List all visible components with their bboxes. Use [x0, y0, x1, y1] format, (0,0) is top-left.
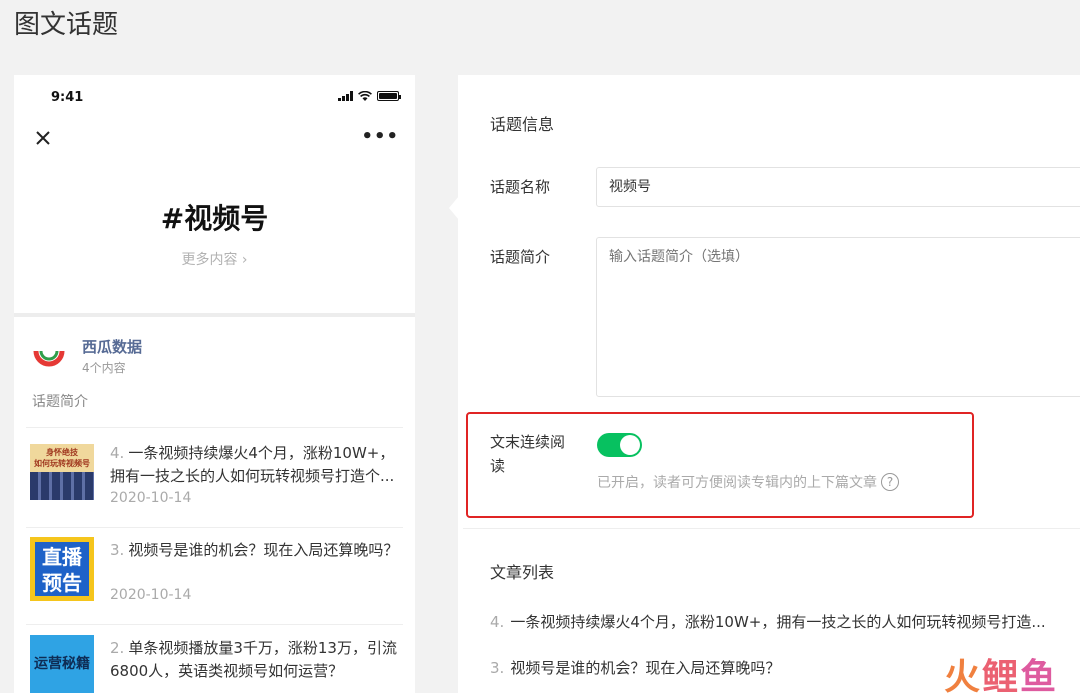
topic-intro-label: 话题简介	[32, 394, 88, 410]
article-number: 4.	[490, 613, 505, 631]
article-item[interactable]: 身怀绝技 如何玩转视频号 4. 一条视频持续爆火4个月，涨粉10W+，拥有一技之长…	[26, 428, 403, 528]
article-date: 2020-10-14	[110, 587, 192, 603]
account-count: 4个内容	[82, 361, 126, 375]
account-logo-icon	[33, 350, 65, 367]
status-icons	[338, 91, 401, 101]
topic-settings-panel: 话题信息 话题名称 视频号 话题简介 文末连续阅读 已开启，读者可方便阅读专辑内…	[458, 75, 1080, 693]
article-item[interactable]: 直播 预告 3. 视频号是谁的机会？现在入局还算晚吗？ 2020-10-14	[26, 525, 403, 625]
page-title: 图文话题	[14, 10, 119, 40]
article-title-text: 视频号是谁的机会？现在入局还算晚吗？	[510, 659, 781, 677]
watermark-char: 鱼	[1019, 657, 1056, 693]
article-title: 3. 视频号是谁的机会？现在入局还算晚吗？	[110, 539, 402, 562]
thumbnail-text: 直播	[42, 545, 82, 569]
phone-preview: 9:41 ••• #视频号 更多内容 › 西瓜数据 4个内容 话题简介 身怀绝技	[14, 75, 415, 693]
article-date: 2020-10-14	[110, 490, 192, 506]
highlight-box	[466, 412, 974, 518]
signal-icon	[338, 91, 353, 101]
article-number: 3.	[110, 541, 125, 559]
article-thumbnail: 运营秘籍	[30, 635, 94, 693]
article-title-text: 一条视频持续爆火4个月，涨粉10W+，拥有一技之长的人如何玩转视频号打造...	[510, 613, 1046, 631]
divider	[14, 313, 415, 317]
article-title-text: 单条视频播放量3千万，涨粉13万，引流6800人，英语类视频号如何运营？	[110, 639, 397, 680]
topic-name-input[interactable]: 视频号	[596, 167, 1080, 207]
article-title: 2. 单条视频播放量3千万，涨粉13万，引流6800人，英语类视频号如何运营？	[110, 637, 402, 683]
wifi-icon	[358, 91, 372, 101]
status-bar: 9:41	[14, 75, 415, 119]
name-label: 话题名称	[490, 178, 551, 196]
battery-icon	[377, 91, 401, 101]
article-number: 2.	[110, 639, 125, 657]
intro-label: 话题简介	[490, 248, 551, 266]
section-title-info: 话题信息	[490, 115, 555, 134]
article-list-item[interactable]: 3. 视频号是谁的机会？现在入局还算晚吗？	[490, 657, 780, 678]
article-title-text: 一条视频持续爆火4个月，涨粉10W+，拥有一技之长的人如何玩转视频号打造个...	[110, 444, 395, 485]
article-thumbnail: 身怀绝技 如何玩转视频号	[30, 444, 94, 500]
account-name[interactable]: 西瓜数据	[82, 336, 142, 357]
article-item[interactable]: 运营秘籍 2. 单条视频播放量3千万，涨粉13万，引流6800人，英语类视频号如何…	[26, 623, 403, 693]
thumbnail-text: 身怀绝技	[46, 448, 78, 457]
thumbnail-text: 如何玩转视频号	[34, 459, 90, 468]
article-title-text: 视频号是谁的机会？现在入局还算晚吗？	[128, 541, 399, 559]
article-thumbnail: 直播 预告	[30, 537, 94, 601]
more-icon[interactable]: •••	[361, 128, 399, 146]
article-list-item[interactable]: 4. 一条视频持续爆火4个月，涨粉10W+，拥有一技之长的人如何玩转视频号打造..…	[490, 611, 1046, 632]
thumbnail-text: 预告	[42, 571, 82, 595]
topic-intro-input[interactable]	[596, 237, 1080, 397]
close-icon[interactable]	[32, 127, 54, 149]
thumbnail-text: 运营秘籍	[34, 656, 90, 672]
section-title-articles: 文章列表	[490, 563, 555, 582]
article-number: 4.	[110, 444, 125, 462]
more-content-link[interactable]: 更多内容 ›	[14, 249, 415, 269]
topic-title: #视频号	[160, 202, 269, 235]
article-title: 4. 一条视频持续爆火4个月，涨粉10W+，拥有一技之长的人如何玩转视频号打造个.…	[110, 442, 402, 488]
divider	[463, 528, 1080, 529]
watermark-char: 火	[943, 657, 980, 693]
article-number: 3.	[490, 659, 505, 677]
watermark-char: 鲤	[981, 657, 1018, 693]
watermark-logo: 火 鲤 鱼	[944, 648, 1056, 693]
status-time: 9:41	[51, 90, 84, 105]
